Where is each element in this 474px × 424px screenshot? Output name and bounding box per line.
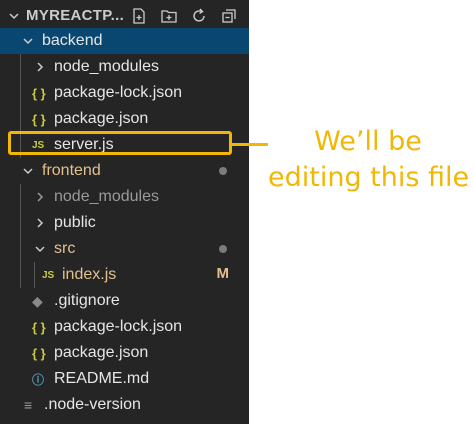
tree-folder-backend[interactable]: backend <box>0 28 249 54</box>
tree-item-label: src <box>54 240 76 257</box>
tree-file-gitignore[interactable]: ◆ .gitignore <box>0 288 249 314</box>
tree-item-label: .gitignore <box>54 292 120 309</box>
explorer-actions <box>129 6 239 26</box>
callout-line: We’ll be <box>314 126 422 157</box>
refresh-icon[interactable] <box>189 6 209 26</box>
chevron-down-icon <box>34 243 46 255</box>
modified-dot <box>219 245 227 253</box>
text-file-icon: ≡ <box>24 397 33 413</box>
tree-folder-node-modules[interactable]: node_modules <box>0 54 249 80</box>
chevron-down-icon <box>22 165 34 177</box>
chevron-down-icon[interactable] <box>8 10 20 22</box>
callout-connector <box>232 143 268 146</box>
tree-item-label: backend <box>42 32 103 49</box>
tree-item-label: README.md <box>54 370 150 387</box>
callout-line: editing this file <box>268 162 470 193</box>
tree-file-package-lock-json[interactable]: { } package-lock.json <box>0 80 249 106</box>
tree-file-index-js[interactable]: JS index.js M <box>0 262 249 288</box>
json-file-icon: { } <box>32 111 46 127</box>
tree-item-label: package-lock.json <box>54 84 183 101</box>
new-file-icon[interactable] <box>129 6 149 26</box>
tree-folder-node-modules[interactable]: node_modules <box>0 184 249 210</box>
explorer-header[interactable]: MYREACTP... <box>0 0 249 31</box>
chevron-right-icon <box>34 217 46 229</box>
git-file-icon: ◆ <box>32 292 43 309</box>
workspace-title: MYREACTP... <box>26 7 125 24</box>
js-file-icon: JS <box>42 269 55 281</box>
tree-file-package-json[interactable]: { } package.json <box>0 106 249 132</box>
tree-file-package-lock-json[interactable]: { } package-lock.json <box>0 314 249 340</box>
callout-text: We’ll be editing this file <box>268 124 470 196</box>
new-folder-icon[interactable] <box>159 6 179 26</box>
tree-item-label: package.json <box>54 344 149 361</box>
chevron-right-icon <box>34 61 46 73</box>
tree-item-label: index.js <box>62 266 117 283</box>
tree-file-readme-md[interactable]: ⓘ README.md <box>0 366 249 392</box>
json-file-icon: { } <box>32 319 46 335</box>
chevron-down-icon <box>22 35 34 47</box>
tree-item-label: package.json <box>54 110 149 127</box>
tree-folder-public[interactable]: public <box>0 210 249 236</box>
modified-badge: M <box>216 265 230 282</box>
tree-item-label: public <box>54 214 96 231</box>
info-file-icon: ⓘ <box>32 372 45 387</box>
json-file-icon: { } <box>32 85 46 101</box>
modified-dot <box>219 167 227 175</box>
highlight-box <box>8 131 232 155</box>
tree-folder-src[interactable]: src <box>0 236 249 262</box>
tree-item-label: node_modules <box>54 188 159 205</box>
json-file-icon: { } <box>32 345 46 361</box>
tree-folder-frontend[interactable]: frontend <box>0 158 249 184</box>
tree-item-label: package-lock.json <box>54 318 183 335</box>
tree-item-label: frontend <box>42 162 101 179</box>
file-explorer: MYREACTP... backend node_modules {} pac… <box>0 0 249 424</box>
collapse-all-icon[interactable] <box>219 6 239 26</box>
tree-file-package-json[interactable]: { } package.json <box>0 340 249 366</box>
chevron-right-icon <box>34 191 46 203</box>
tree-item-label: node_modules <box>54 58 159 75</box>
tree-item-label: .node-version <box>44 396 141 413</box>
tree-file-node-version[interactable]: ≡ .node-version <box>0 392 249 418</box>
